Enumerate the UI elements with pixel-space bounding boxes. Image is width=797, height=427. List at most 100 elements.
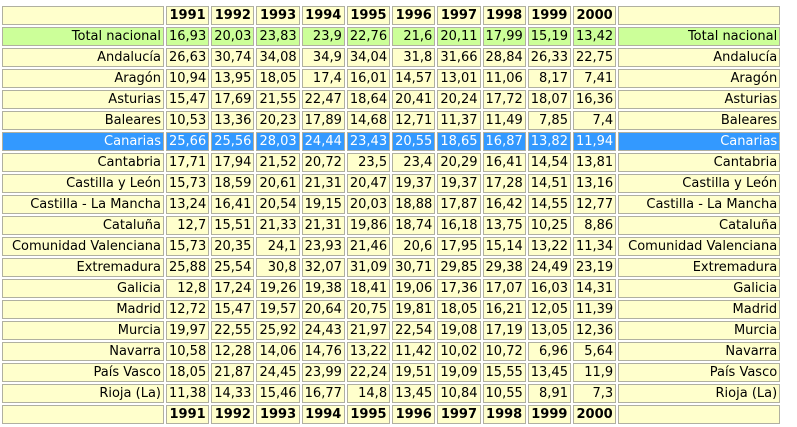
row-label-left: Castilla - La Mancha [2,195,164,214]
value-cell: 23,99 [301,363,345,382]
value-cell: 19,06 [392,279,436,298]
value-cell: 30,74 [211,48,255,67]
value-cell: 13,75 [482,216,526,235]
value-cell: 14,8 [346,384,391,403]
value-cell: 16,77 [301,384,345,403]
value-cell: 14,68 [346,111,391,130]
value-cell: 22,55 [211,321,255,340]
value-cell: 11,37 [437,111,481,130]
table-row[interactable]: Cataluña 12,7 15,51 21,33 21,31 19,86 18,74 16,… [2,216,781,235]
value-cell: 20,75 [346,300,391,319]
value-cell: 17,24 [211,279,255,298]
value-cell: 8,91 [527,384,571,403]
table-row[interactable]: Murcia 19,97 22,55 25,92 24,43 21,97 22,54 19,0… [2,321,781,340]
value-cell: 20,72 [301,153,345,172]
value-cell: 29,85 [437,258,481,277]
value-cell: 7,4 [572,111,617,130]
value-cell: 20,55 [392,132,436,151]
value-cell: 19,15 [301,195,345,214]
value-cell: 12,77 [572,195,617,214]
value-cell: 17,72 [482,90,526,109]
value-cell: 23,5 [346,153,391,172]
table-row[interactable]: Castilla y León 15,73 18,59 20,61 21,31 20,47… [2,174,781,193]
value-cell: 34,08 [256,48,300,67]
value-cell: 6,96 [527,342,571,361]
header-top-year-1991: 1991 [166,6,210,25]
row-label-left: Murcia [2,321,164,340]
table-row[interactable]: Cantabria 17,71 17,94 21,52 20,72 23,5 23,4 20,… [2,153,781,172]
row-label-left: Rioja (La) [2,384,164,403]
table-row[interactable]: Madrid 12,72 15,47 19,57 20,64 20,75 19,81 18,0… [2,300,781,319]
value-cell: 18,88 [392,195,436,214]
header-top-year-1996: 1996 [392,6,436,25]
row-label-left: País Vasco [2,363,164,382]
table-row[interactable]: Navarra 10,58 12,28 14,06 14,76 13,22 11,42 10,… [2,342,781,361]
value-cell: 20,23 [256,111,300,130]
row-label-right: Galicia [618,279,781,298]
value-cell: 13,22 [527,237,571,256]
row-label-left: Extremadura [2,258,164,277]
row-label-left: Madrid [2,300,164,319]
table-row[interactable]: Canarias 25,66 25,56 28,03 24,44 23,43 20,55 18… [2,132,781,151]
value-cell: 10,94 [166,69,210,88]
value-cell: 13,24 [166,195,210,214]
value-cell: 19,08 [437,321,481,340]
value-cell: 8,17 [527,69,571,88]
table-row[interactable]: Aragón 10,94 13,95 18,05 17,4 16,01 14,57 13,01… [2,69,781,88]
value-cell: 20,03 [211,27,255,46]
row-label-left: Total nacional [2,27,164,46]
value-cell: 12,71 [392,111,436,130]
value-cell: 12,72 [166,300,210,319]
value-cell: 14,31 [572,279,617,298]
table-row[interactable]: Andalucía 26,63 30,74 34,08 34,9 34,04 31,8 31,… [2,48,781,67]
value-cell: 14,33 [211,384,255,403]
header-bottom-blank-left [2,405,164,424]
value-cell: 31,09 [346,258,391,277]
value-cell: 11,06 [482,69,526,88]
table-row[interactable]: País Vasco 18,05 21,87 24,45 23,99 22,24 19,51… [2,363,781,382]
value-cell: 16,93 [166,27,210,46]
value-cell: 22,47 [301,90,345,109]
value-cell: 17,4 [301,69,345,88]
value-cell: 31,8 [392,48,436,67]
value-cell: 26,33 [527,48,571,67]
value-cell: 21,87 [211,363,255,382]
value-cell: 34,04 [346,48,391,67]
value-cell: 25,54 [211,258,255,277]
table-row[interactable]: Extremadura 25,88 25,54 30,8 32,07 31,09 30,71… [2,258,781,277]
value-cell: 13,36 [211,111,255,130]
value-cell: 28,03 [256,132,300,151]
table-row[interactable]: Total nacional 16,93 20,03 23,83 23,9 22,76 21… [2,27,781,46]
value-cell: 20,64 [301,300,345,319]
header-bottom-year-2000: 2000 [572,405,617,424]
table-row[interactable]: Rioja (La) 11,38 14,33 15,46 16,77 14,8 13,45 1… [2,384,781,403]
value-cell: 22,75 [572,48,617,67]
value-cell: 34,9 [301,48,345,67]
table-row[interactable]: Comunidad Valenciana 15,73 20,35 24,1 23,93 2… [2,237,781,256]
table-row[interactable]: Castilla - La Mancha 13,24 16,41 20,54 19,15… [2,195,781,214]
value-cell: 20,03 [346,195,391,214]
value-cell: 15,73 [166,237,210,256]
table-row[interactable]: Asturias 15,47 17,69 21,55 22,47 18,64 20,41 20… [2,90,781,109]
value-cell: 23,93 [301,237,345,256]
value-cell: 23,83 [256,27,300,46]
value-cell: 19,26 [256,279,300,298]
value-cell: 17,19 [482,321,526,340]
value-cell: 11,34 [572,237,617,256]
header-bottom-year-1994: 1994 [301,405,345,424]
value-cell: 10,02 [437,342,481,361]
value-cell: 17,71 [166,153,210,172]
value-cell: 24,45 [256,363,300,382]
row-label-left: Aragón [2,69,164,88]
value-cell: 16,18 [437,216,481,235]
value-cell: 19,86 [346,216,391,235]
table-row[interactable]: Baleares 10,53 13,36 20,23 17,89 14,68 12,71 11… [2,111,781,130]
value-cell: 14,76 [301,342,345,361]
table-row[interactable]: Galicia 12,8 17,24 19,26 19,38 18,41 19,06 17,3… [2,279,781,298]
value-cell: 20,47 [346,174,391,193]
header-bottom-year-1996: 1996 [392,405,436,424]
value-cell: 23,19 [572,258,617,277]
value-cell: 11,9 [572,363,617,382]
header-top-year-1999: 1999 [527,6,571,25]
value-cell: 16,36 [572,90,617,109]
